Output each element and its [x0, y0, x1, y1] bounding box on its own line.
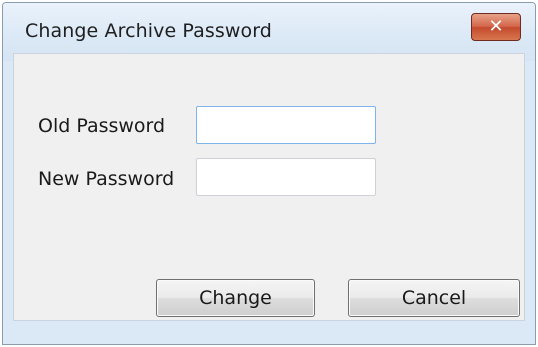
dialog-body: Old Password New Password Change Cancel: [13, 53, 525, 321]
new-password-label: New Password: [38, 168, 175, 190]
new-password-field[interactable]: [196, 158, 376, 196]
dialog-title: Change Archive Password: [25, 20, 272, 42]
close-button[interactable]: ✕: [471, 13, 521, 41]
old-password-label: Old Password: [38, 115, 166, 137]
old-password-field[interactable]: [196, 106, 376, 144]
change-button[interactable]: Change: [156, 279, 315, 317]
close-icon: ✕: [488, 16, 504, 37]
change-password-dialog: Change Archive Password ✕ Old Password N…: [2, 2, 536, 345]
cancel-button[interactable]: Cancel: [348, 279, 520, 317]
